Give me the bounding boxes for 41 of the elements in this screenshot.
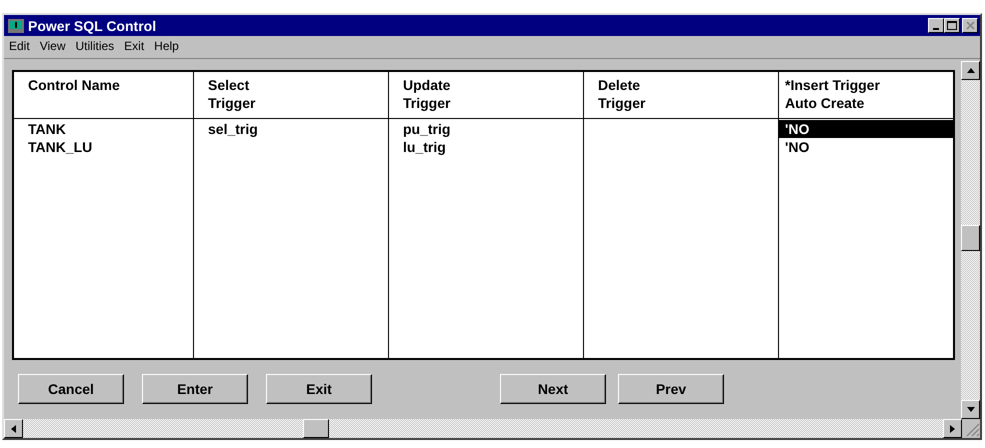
table-cell: sel_trig: [208, 121, 258, 137]
scroll-thumb[interactable]: [961, 225, 980, 251]
minimize-button[interactable]: [928, 18, 944, 33]
menu-item[interactable]: Edit: [9, 38, 30, 52]
push-button[interactable]: Next: [500, 374, 606, 404]
table-cell: pu_trig: [403, 121, 450, 137]
scroll-thumb[interactable]: [303, 419, 329, 438]
close-button[interactable]: [962, 18, 978, 33]
down-arrow-icon: [966, 407, 974, 412]
up-arrow-icon: [966, 68, 974, 73]
table-cell[interactable]: 'NO: [779, 138, 953, 156]
column-header: Select Trigger: [194, 72, 389, 119]
horizontal-scrollbar[interactable]: [4, 419, 980, 438]
menu-item[interactable]: View: [40, 38, 66, 52]
close-icon: [966, 21, 974, 30]
maximize-button[interactable]: [944, 18, 960, 33]
app-icon: [8, 18, 24, 32]
right-arrow-icon: [950, 424, 955, 432]
scroll-up-button[interactable]: [961, 61, 980, 80]
vertical-scrollbar[interactable]: [961, 61, 980, 419]
push-button[interactable]: Enter: [142, 374, 248, 404]
menu-item[interactable]: Help: [154, 38, 179, 52]
scroll-right-button[interactable]: [943, 419, 962, 438]
scroll-left-button[interactable]: [4, 419, 23, 438]
column-header: Delete Trigger: [584, 72, 779, 119]
maximize-icon: [947, 21, 957, 30]
column-header: Control Name: [14, 72, 194, 119]
column-header: Update Trigger: [389, 72, 584, 119]
table-cell: TANK: [28, 121, 66, 137]
menu-item[interactable]: Utilities: [75, 38, 114, 52]
table-cell[interactable]: 'NO: [779, 120, 953, 138]
table-cell: TANK_LU: [28, 139, 92, 155]
table-cell: lu_trig: [403, 139, 446, 155]
push-button[interactable]: Exit: [266, 374, 372, 404]
window-title: Power SQL Control: [28, 18, 158, 34]
push-button[interactable]: Cancel: [18, 374, 124, 404]
menu-item[interactable]: Exit: [124, 38, 144, 52]
scroll-down-button[interactable]: [961, 400, 980, 419]
push-button[interactable]: Prev: [618, 374, 724, 404]
column-header: *Insert Trigger Auto Create: [779, 72, 953, 119]
left-arrow-icon: [11, 424, 16, 432]
